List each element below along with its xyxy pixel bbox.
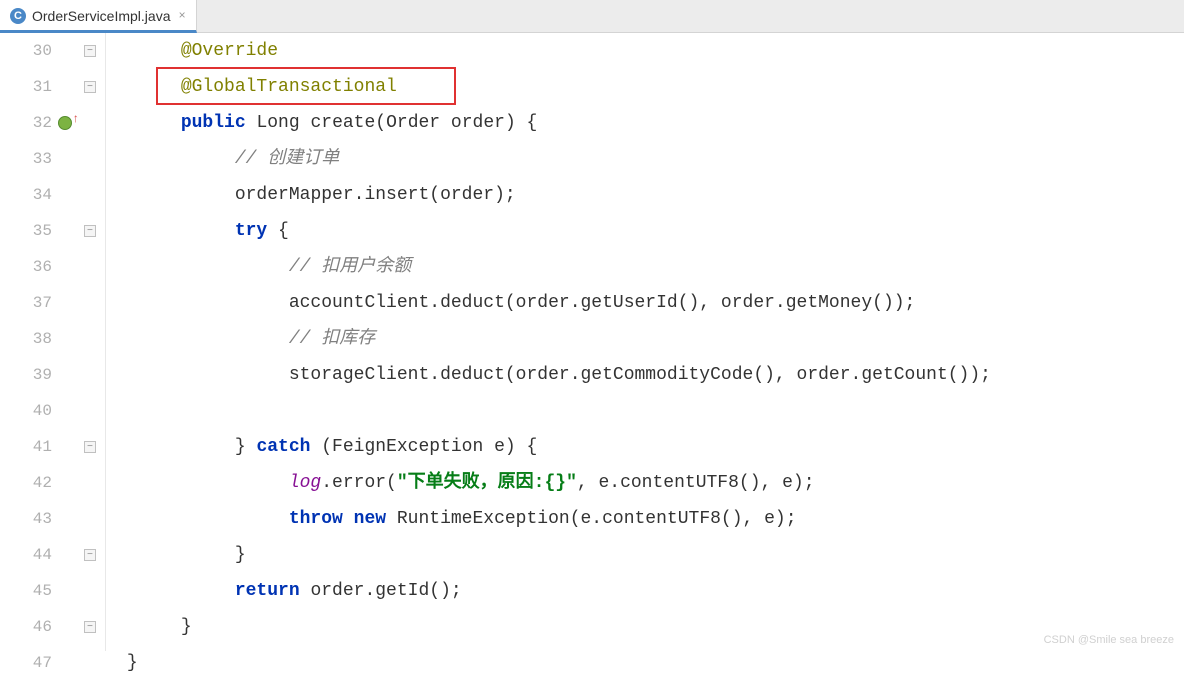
keyword: public	[181, 113, 246, 133]
param-type: Order	[386, 113, 440, 133]
watermark: CSDN @Smile sea breeze	[1044, 634, 1174, 646]
method-call: .insert(order);	[354, 185, 516, 205]
comment: // 扣用户余额	[289, 257, 411, 277]
field-ref: orderMapper	[235, 185, 354, 205]
code-line: public Long create(Order order) {	[116, 105, 1184, 141]
line-number: 44	[0, 537, 52, 573]
line-number: 30	[0, 33, 52, 69]
line-number: 38	[0, 321, 52, 357]
fold-toggle[interactable]: −	[84, 45, 96, 57]
method-call: .deduct(order.getCommodityCode(), order.…	[429, 365, 991, 385]
brace: }	[127, 653, 138, 673]
brace: ) {	[505, 113, 537, 133]
code-line: }	[116, 609, 1184, 645]
line-number: 40	[0, 393, 52, 429]
keyword: new	[354, 509, 386, 529]
code-line: }	[116, 645, 1184, 681]
java-class-icon: C	[10, 8, 26, 24]
code-line: } catch (FeignException e) {	[116, 429, 1184, 465]
code-line: @Override	[116, 33, 1184, 69]
code-line: log.error("下单失败，原因:{}", e.contentUTF8(),…	[116, 465, 1184, 501]
override-indicator-icon[interactable]	[58, 116, 72, 130]
tab-filename: OrderServiceImpl.java	[32, 8, 171, 24]
fold-toggle[interactable]: −	[84, 441, 96, 453]
constructor-call: RuntimeException(e.contentUTF8(), e);	[386, 509, 796, 529]
line-number: 33	[0, 141, 52, 177]
line-number: 35	[0, 213, 52, 249]
method-call: .deduct(order.getUserId(), order.getMone…	[429, 293, 915, 313]
line-number: 34	[0, 177, 52, 213]
keyword: catch	[256, 437, 310, 457]
line-number: 42	[0, 465, 52, 501]
code-line: accountClient.deduct(order.getUserId(), …	[116, 285, 1184, 321]
line-number: 31	[0, 69, 52, 105]
tab-active[interactable]: C OrderServiceImpl.java ×	[0, 0, 197, 33]
code-line: try {	[116, 213, 1184, 249]
code-line: @GlobalTransactional	[116, 69, 1184, 105]
param-name: order	[451, 113, 505, 133]
method-name: create	[310, 113, 375, 133]
fold-toggle[interactable]: −	[84, 225, 96, 237]
brace: }	[235, 545, 246, 565]
tab-close-icon[interactable]: ×	[179, 9, 186, 23]
args: , e.contentUTF8(), e);	[577, 473, 815, 493]
code-line: throw new RuntimeException(e.contentUTF8…	[116, 501, 1184, 537]
field-ref: accountClient	[289, 293, 429, 313]
fold-toggle[interactable]: −	[84, 549, 96, 561]
tab-bar: C OrderServiceImpl.java ×	[0, 0, 1184, 33]
method-call: .error(	[321, 473, 397, 493]
annotation: @GlobalTransactional	[181, 77, 397, 97]
code-line: orderMapper.insert(order);	[116, 177, 1184, 213]
line-number: 41	[0, 429, 52, 465]
catch-clause: (FeignException e) {	[310, 437, 537, 457]
fold-toggle[interactable]: −	[84, 81, 96, 93]
line-number: 39	[0, 357, 52, 393]
string-literal: "下单失败，原因:{}"	[397, 473, 577, 493]
line-number: 45	[0, 573, 52, 609]
keyword: try	[235, 221, 267, 241]
code-line: // 扣用户余额	[116, 249, 1184, 285]
line-number: 46	[0, 609, 52, 645]
line-number: 43	[0, 501, 52, 537]
fold-column: − − − − − −	[78, 33, 106, 651]
brace: }	[181, 617, 192, 637]
line-number: 36	[0, 249, 52, 285]
line-number: 47	[0, 645, 52, 681]
keyword: return	[235, 581, 300, 601]
code-line: // 扣库存	[116, 321, 1184, 357]
return-expr: order.getId();	[300, 581, 462, 601]
code-line: return order.getId();	[116, 573, 1184, 609]
code-line: }	[116, 537, 1184, 573]
code-content[interactable]: @Override @GlobalTransactional public Lo…	[106, 33, 1184, 651]
line-number: 37	[0, 285, 52, 321]
line-number: 32	[0, 105, 52, 141]
code-line: // 创建订单	[116, 141, 1184, 177]
log-ref: log	[289, 473, 321, 493]
gutter-indicators: ↑	[58, 33, 78, 651]
keyword: throw	[289, 509, 343, 529]
brace: {	[267, 221, 289, 241]
fold-toggle[interactable]: −	[84, 621, 96, 633]
annotation: @Override	[181, 41, 278, 61]
line-number-gutter: 30 31 32 33 34 35 36 37 38 39 40 41 42 4…	[0, 33, 58, 651]
brace: }	[235, 437, 257, 457]
comment: // 创建订单	[235, 149, 339, 169]
code-line: storageClient.deduct(order.getCommodityC…	[116, 357, 1184, 393]
return-type: Long	[256, 113, 299, 133]
field-ref: storageClient	[289, 365, 429, 385]
code-editor[interactable]: 30 31 32 33 34 35 36 37 38 39 40 41 42 4…	[0, 33, 1184, 651]
comment: // 扣库存	[289, 329, 375, 349]
code-line	[116, 393, 1184, 429]
